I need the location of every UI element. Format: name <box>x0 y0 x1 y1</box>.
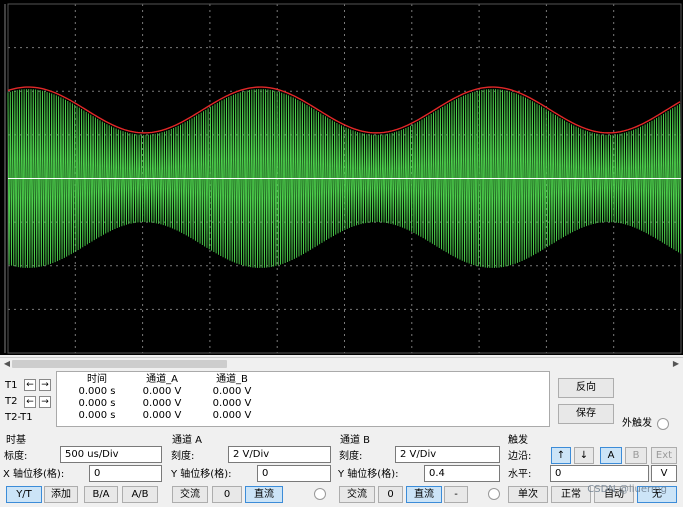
cursor-readout-table: 时间 0.000 s 0.000 s 0.000 s 通道_A 0.000 V … <box>56 371 550 427</box>
channel-a-column: 通道_A 0.000 V 0.000 V 0.000 V <box>122 374 202 422</box>
channel-a-ac-button[interactable]: 交流 <box>172 486 208 503</box>
waveform-display <box>4 3 682 354</box>
channel-a-diff-value: 0.000 V <box>142 410 182 421</box>
t1-left-arrow-icon[interactable]: ← <box>24 379 36 391</box>
channel-a-zero-button[interactable]: 0 <box>212 486 242 503</box>
channel-b-zero-button[interactable]: 0 <box>378 486 403 503</box>
trigger-single-button[interactable]: 单次 <box>508 486 548 503</box>
external-trigger-radio[interactable] <box>657 418 669 430</box>
scrollbar-thumb[interactable] <box>12 360 227 368</box>
cursor-t2-t1-label: T2-T1 <box>5 412 33 423</box>
reverse-button[interactable]: 反向 <box>558 378 614 398</box>
channel-b-t1-value: 0.000 V <box>212 386 252 397</box>
timebase-title: 时基 <box>6 435 26 446</box>
channel-b-invert-button[interactable]: - <box>444 486 468 503</box>
cursor-t1-label: T1 <box>5 380 18 391</box>
trigger-edge-label: 边沿: <box>508 451 532 462</box>
channel-a-scale-label: 刻度: <box>171 451 195 462</box>
channel-a-scale-field[interactable]: 2 V/Div <box>228 446 331 463</box>
channel-b-scale-label: 刻度: <box>339 451 363 462</box>
channel-b-scale-field[interactable]: 2 V/Div <box>395 446 500 463</box>
save-button[interactable]: 保存 <box>558 404 614 424</box>
channel-a-ypos-field[interactable]: 0 <box>257 465 331 482</box>
timebase-xpos-label: X 轴位移(格): <box>3 469 65 480</box>
channel-b-header: 通道_B <box>216 374 248 385</box>
channel-a-t1-value: 0.000 V <box>142 386 182 397</box>
external-trigger-label: 外触发 <box>622 418 652 429</box>
channel-b-diff-value: 0.000 V <box>212 410 252 421</box>
add-mode-button[interactable]: 添加 <box>44 486 78 503</box>
ab-mode-button[interactable]: A/B <box>122 486 158 503</box>
trigger-title: 触发 <box>508 435 528 446</box>
channel-b-ypos-label: Y 轴位移(格): <box>338 469 399 480</box>
trigger-source-a-button[interactable]: A <box>600 447 622 464</box>
scroll-right-icon[interactable]: ▶ <box>671 359 681 369</box>
timebase-xpos-field[interactable]: 0 <box>89 465 162 482</box>
channel-a-ypos-label: Y 轴位移(格): <box>171 469 232 480</box>
trigger-falling-edge-button[interactable]: ↓ <box>574 447 594 464</box>
channel-b-column: 通道_B 0.000 V 0.000 V 0.000 V <box>192 374 272 422</box>
channel-b-t2-value: 0.000 V <box>212 398 252 409</box>
watermark: CSDN @liuermg <box>587 484 667 495</box>
channel-b-radio[interactable] <box>488 488 500 500</box>
channel-a-dc-button[interactable]: 直流 <box>245 486 283 503</box>
channel-b-ac-button[interactable]: 交流 <box>339 486 375 503</box>
timebase-scale-field[interactable]: 500 us/Div <box>60 446 162 463</box>
trigger-normal-button[interactable]: 正常 <box>551 486 591 503</box>
t2-left-arrow-icon[interactable]: ← <box>24 396 36 408</box>
trigger-level-label: 水平: <box>508 469 532 480</box>
ba-mode-button[interactable]: B/A <box>84 486 118 503</box>
trigger-source-ext-button[interactable]: Ext <box>651 447 677 464</box>
horizontal-scrollbar[interactable]: ◀ ▶ <box>0 357 683 369</box>
trigger-level-unit[interactable]: V <box>651 465 677 482</box>
t2-right-arrow-icon[interactable]: → <box>39 396 51 408</box>
trigger-source-b-button[interactable]: B <box>625 447 647 464</box>
scroll-left-icon[interactable]: ◀ <box>2 359 12 369</box>
channel-a-radio[interactable] <box>314 488 326 500</box>
t1-right-arrow-icon[interactable]: → <box>39 379 51 391</box>
cursor-t2-label: T2 <box>5 396 18 407</box>
trigger-rising-edge-button[interactable]: ↑ <box>551 447 571 464</box>
trigger-level-field[interactable]: 0 <box>550 465 649 482</box>
channel-a-t2-value: 0.000 V <box>142 398 182 409</box>
channel-b-ypos-field[interactable]: 0.4 <box>424 465 500 482</box>
channel-b-title: 通道 B <box>340 435 371 446</box>
timebase-scale-label: 标度: <box>4 451 28 462</box>
channel-b-dc-button[interactable]: 直流 <box>406 486 442 503</box>
yt-mode-button[interactable]: Y/T <box>6 486 42 503</box>
channel-a-title: 通道 A <box>172 435 203 446</box>
oscilloscope-screen <box>0 0 683 355</box>
channel-a-header: 通道_A <box>146 374 178 385</box>
